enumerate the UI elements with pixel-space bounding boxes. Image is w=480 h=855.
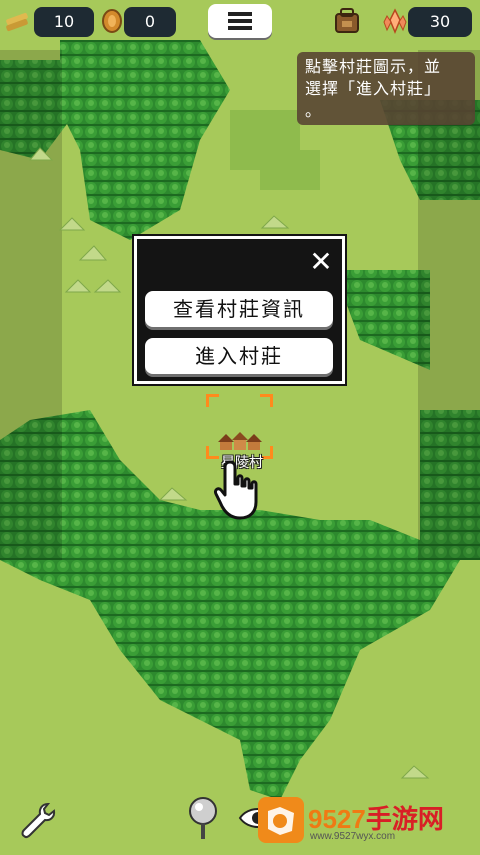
backpack-icon[interactable] xyxy=(332,6,362,36)
coin-icon xyxy=(102,9,122,33)
view-village-info-button[interactable]: 查看村莊資訊 xyxy=(145,291,333,327)
watermark-logo xyxy=(258,797,304,843)
pointer-hand-icon xyxy=(214,460,258,520)
watermark-url: www.9527wyx.com xyxy=(310,831,396,842)
hint-line-2: 選擇「進入村莊」 xyxy=(305,79,442,98)
wood-plank-icon xyxy=(6,12,28,32)
hint-line-3: 。 xyxy=(305,101,323,120)
crystal-icon xyxy=(383,8,407,34)
site-watermark: 9527手游网 www.9527wyx.com xyxy=(258,797,474,845)
menu-icon xyxy=(228,12,252,16)
close-icon[interactable]: ✕ xyxy=(308,248,334,276)
village-popup: ✕ 查看村莊資訊 進入村莊 xyxy=(134,236,345,384)
hint-line-1: 點擊村莊圖示，並 xyxy=(305,57,442,76)
wood-counter: 10 xyxy=(34,7,94,37)
enter-village-button[interactable]: 進入村莊 xyxy=(145,338,333,374)
watermark-brand-name: 手游网 xyxy=(365,804,444,834)
tutorial-hint: 點擊村莊圖示，並 選擇「進入村莊」 。 xyxy=(297,52,475,125)
selection-bracket-tr xyxy=(260,394,273,407)
wrench-icon[interactable] xyxy=(18,800,58,840)
menu-button[interactable] xyxy=(208,4,272,38)
world-map[interactable] xyxy=(0,0,480,855)
crystal-counter: 30 xyxy=(408,7,472,37)
top-hud: 10 0 30 xyxy=(0,0,480,44)
village-icon[interactable] xyxy=(216,430,264,452)
coin-counter: 0 xyxy=(124,7,176,37)
gamepad-icon xyxy=(268,807,294,835)
map-pin-icon[interactable] xyxy=(186,796,220,842)
watermark-brand-number: 9527 xyxy=(308,804,366,834)
selection-bracket-tl xyxy=(206,394,219,407)
